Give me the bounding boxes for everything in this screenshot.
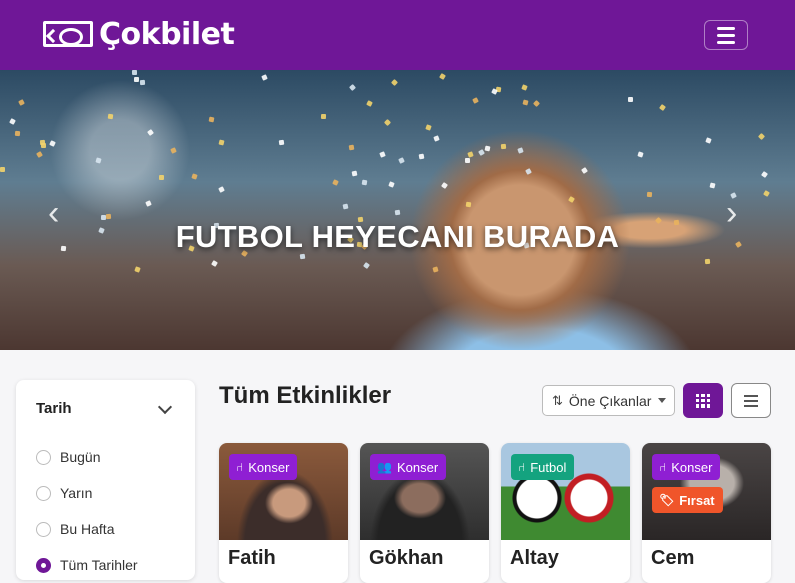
filter-option-yarin[interactable]: Yarın	[36, 485, 92, 501]
grid-icon	[696, 393, 710, 408]
chevron-left-icon: ‹	[48, 194, 60, 232]
category-badge: ⑁ Futbol	[511, 454, 575, 480]
chair-icon: ⑁	[236, 460, 244, 474]
chair-icon: ⑁	[659, 460, 667, 474]
date-filter-panel: Tarih Bugün Yarın Bu Hafta Tüm Tarihler	[16, 380, 195, 580]
filter-option-label: Tüm Tarihler	[60, 557, 138, 573]
radio-button[interactable]	[36, 449, 51, 465]
users-icon: 👥	[377, 460, 392, 474]
grid-view-button[interactable]	[683, 383, 723, 418]
top-navbar: Çokbilet	[0, 0, 795, 70]
filter-option-tum-tarihler[interactable]: Tüm Tarihler	[36, 557, 138, 573]
category-badge: ⑁ Konser	[229, 454, 298, 480]
brand-name: Çokbilet	[99, 16, 235, 52]
filter-option-bu-hafta[interactable]: Bu Hafta	[36, 521, 114, 537]
category-badge: ⑁ Konser	[652, 454, 721, 480]
sort-icon: ⇅	[552, 392, 563, 408]
radio-button[interactable]	[36, 485, 51, 501]
category-badge: 👥 Konser	[370, 454, 447, 480]
ticket-logo-icon	[43, 21, 93, 47]
filter-option-bugun[interactable]: Bugün	[36, 449, 100, 465]
filter-option-label: Bu Hafta	[60, 521, 115, 537]
list-view-button[interactable]	[731, 383, 771, 418]
hero-carousel[interactable]: FUTBOL HEYECANI BURADA ‹ ›	[0, 70, 795, 350]
radio-button[interactable]	[36, 521, 51, 537]
hamburger-icon	[717, 26, 735, 30]
chevron-down-icon[interactable]	[157, 399, 173, 415]
deal-badge: 🏷 Fırsat	[652, 487, 723, 513]
hero-title: FUTBOL HEYECANI BURADA	[175, 219, 620, 254]
list-icon	[744, 394, 758, 397]
tag-icon: 🏷	[659, 493, 675, 507]
event-card[interactable]: ⑁ Konser Fatih	[219, 443, 348, 583]
event-card[interactable]: ⑁ Futbol Altay	[501, 443, 630, 583]
caret-down-icon	[658, 398, 667, 403]
filter-option-label: Bugün	[60, 449, 101, 465]
brand-logo[interactable]: Çokbilet	[43, 16, 235, 52]
filter-option-label: Yarın	[60, 485, 93, 501]
event-name: Fatih	[228, 547, 276, 569]
event-name: Gökhan	[369, 547, 444, 569]
sort-dropdown[interactable]: ⇅ Öne Çıkanlar	[542, 385, 675, 416]
event-card[interactable]: 👥 Konser Gökhan	[360, 443, 489, 583]
event-card[interactable]: ⑁ Konser 🏷 Fırsat Cem	[642, 443, 771, 583]
chevron-right-icon: ›	[726, 194, 738, 232]
event-name: Cem	[651, 547, 695, 569]
event-name: Altay	[510, 547, 559, 569]
carousel-prev-button[interactable]: ‹	[48, 196, 68, 230]
filter-heading[interactable]: Tarih	[36, 400, 72, 417]
events-section-title: Tüm Etkinlikler	[219, 382, 392, 409]
chair-icon: ⑁	[518, 460, 526, 474]
carousel-next-button[interactable]: ›	[726, 196, 746, 230]
sort-label: Öne Çıkanlar	[568, 392, 652, 409]
menu-toggle-button[interactable]	[704, 20, 748, 50]
